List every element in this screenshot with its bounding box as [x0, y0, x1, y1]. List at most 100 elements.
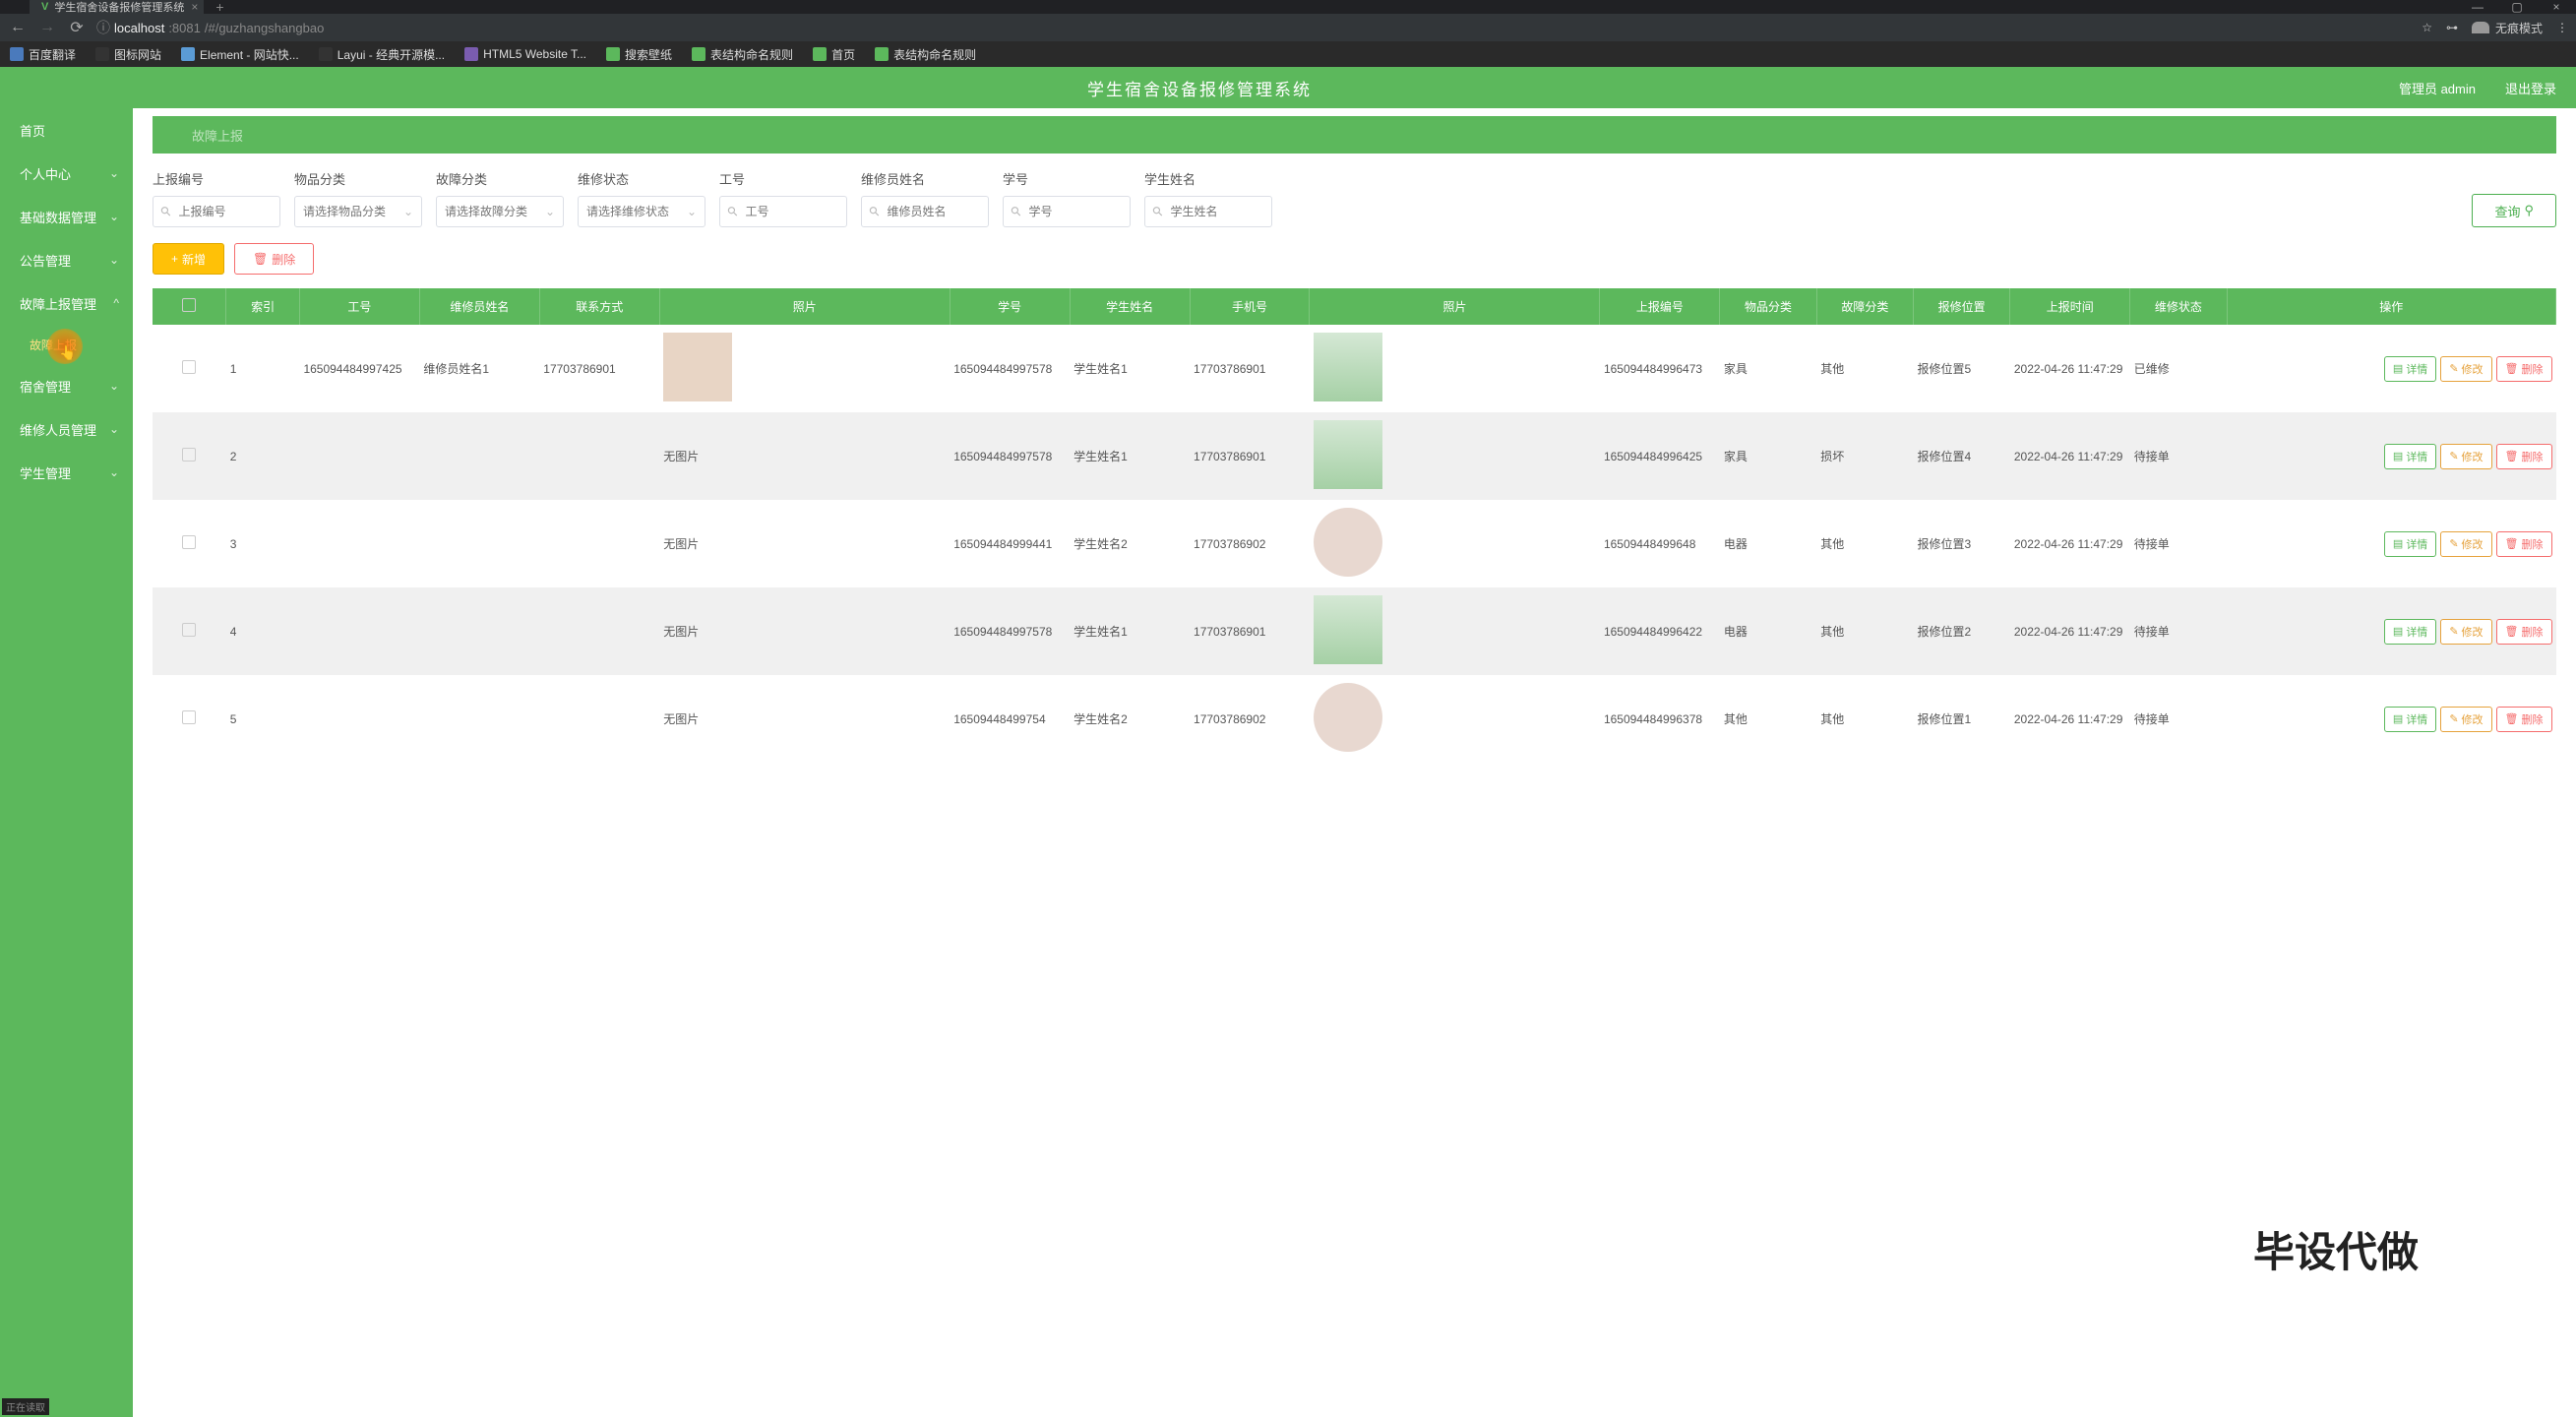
edit-button[interactable]: ✎修改 — [2440, 444, 2491, 469]
bookmark-item[interactable]: 首页 — [813, 46, 855, 63]
url-host: localhost — [114, 21, 164, 35]
url-field[interactable]: ⓘ localhost:8081/#/guzhangshangbao — [96, 18, 2412, 37]
cell-workerid: 165094484997425 — [299, 325, 419, 412]
filter-report-code[interactable] — [171, 205, 279, 218]
sidebar-item-dorm[interactable]: 宿舍管理 — [0, 364, 133, 407]
row-checkbox[interactable] — [182, 623, 196, 637]
cell-studentname: 学生姓名2 — [1070, 675, 1190, 763]
browser-tab[interactable]: V 学生宿舍设备报修管理系统 × — [30, 0, 204, 17]
cell-status: 待接单 — [2130, 500, 2227, 587]
close-window-icon[interactable]: × — [2537, 0, 2576, 14]
cell-fcat: 损坏 — [1816, 412, 1913, 500]
avatar — [1314, 333, 1382, 401]
cell-idx: 3 — [226, 500, 300, 587]
trash-icon: 🗑 — [253, 252, 268, 266]
sidebar-item-profile[interactable]: 个人中心 — [0, 152, 133, 195]
forward-button: → — [37, 19, 57, 36]
key-icon[interactable]: ⊶ — [2446, 21, 2458, 34]
list-icon: ▤ — [2393, 362, 2403, 375]
delete-row-button[interactable]: 🗑删除 — [2496, 356, 2552, 382]
edit-button[interactable]: ✎修改 — [2440, 619, 2491, 645]
cell-workername: 维修员姓名1 — [419, 325, 539, 412]
sidebar-item-students[interactable]: 学生管理 — [0, 451, 133, 494]
new-tab-button[interactable]: + — [215, 0, 223, 15]
detail-button[interactable]: ▤详情 — [2384, 531, 2436, 557]
minimize-icon[interactable]: — — [2458, 0, 2497, 14]
cell-cat: 家具 — [1720, 325, 1816, 412]
bookmark-item[interactable]: 百度翻译 — [10, 46, 76, 63]
cell-photo2 — [1310, 412, 1600, 500]
edit-button[interactable]: ✎修改 — [2440, 707, 2491, 732]
vue-icon: V — [41, 1, 48, 13]
star-icon[interactable]: ☆ — [2422, 21, 2432, 34]
edit-button[interactable]: ✎修改 — [2440, 356, 2491, 382]
sidebar-item-home[interactable]: 首页 — [0, 108, 133, 152]
cell-studentname: 学生姓名2 — [1070, 500, 1190, 587]
delete-row-button[interactable]: 🗑删除 — [2496, 531, 2552, 557]
app-header: 学生宿舍设备报修管理系统 管理员 admin 退出登录 — [0, 67, 2576, 108]
tab-close-icon[interactable]: × — [191, 0, 198, 14]
filter-item-type[interactable] — [295, 205, 421, 218]
cell-time: 2022-04-26 11:47:29 — [2010, 325, 2130, 412]
delete-row-button[interactable]: 🗑删除 — [2496, 619, 2552, 645]
filter-worker-id[interactable] — [738, 205, 846, 218]
avatar — [1314, 683, 1382, 752]
bookmark-item[interactable]: 图标网站 — [95, 46, 161, 63]
delete-row-button[interactable]: 🗑删除 — [2496, 707, 2552, 732]
sidebar-item-announce[interactable]: 公告管理 — [0, 238, 133, 281]
bookmark-item[interactable]: 表结构命名规则 — [875, 46, 976, 63]
cell-studentname: 学生姓名1 — [1070, 412, 1190, 500]
reload-button[interactable]: ⟳ — [67, 18, 87, 37]
detail-button[interactable]: ▤详情 — [2384, 619, 2436, 645]
detail-button[interactable]: ▤详情 — [2384, 356, 2436, 382]
sidebar-item-fault[interactable]: 故障上报管理 — [0, 281, 133, 325]
add-button[interactable]: +新增 — [153, 243, 224, 275]
bookmark-item[interactable]: 搜索壁纸 — [606, 46, 672, 63]
delete-button[interactable]: 🗑删除 — [234, 243, 314, 275]
detail-button[interactable]: ▤详情 — [2384, 707, 2436, 732]
filter-worker-name[interactable] — [880, 205, 988, 218]
bookmark-item[interactable]: Layui - 经典开源模... — [319, 46, 445, 63]
edit-button[interactable]: ✎修改 — [2440, 531, 2491, 557]
maximize-icon[interactable]: ▢ — [2497, 0, 2537, 14]
sidebar-item-repair[interactable]: 维修人员管理 — [0, 407, 133, 451]
checkbox-all[interactable] — [182, 298, 196, 312]
filter-status[interactable] — [579, 205, 705, 218]
menu-icon[interactable]: ⋮ — [2556, 21, 2568, 34]
cell-status: 待接单 — [2130, 675, 2227, 763]
query-button[interactable]: 查询 ⚲ — [2472, 194, 2556, 227]
filter-student-id[interactable] — [1021, 205, 1130, 218]
avatar — [1314, 508, 1382, 577]
cell-studentid: 165094484997578 — [950, 587, 1070, 675]
cell-fcat: 其他 — [1816, 500, 1913, 587]
cell-photo2 — [1310, 500, 1600, 587]
filter-fault-type[interactable] — [437, 205, 563, 218]
bookmark-item[interactable]: Element - 网站快... — [181, 46, 299, 63]
back-button[interactable]: ← — [8, 19, 28, 36]
sidebar-sub-fault[interactable]: 故障上报 👆 — [0, 325, 133, 364]
cell-photo: 无图片 — [659, 412, 950, 500]
cell-mobile: 17703786901 — [1190, 325, 1310, 412]
incognito-icon — [2472, 22, 2489, 33]
detail-button[interactable]: ▤详情 — [2384, 444, 2436, 469]
cell-mobile: 17703786901 — [1190, 412, 1310, 500]
cell-cat: 电器 — [1720, 587, 1816, 675]
row-checkbox[interactable] — [182, 710, 196, 724]
site-info-icon[interactable]: ⓘ — [96, 18, 110, 37]
filter-student-name[interactable] — [1163, 205, 1271, 218]
row-checkbox[interactable] — [182, 360, 196, 374]
bookmark-item[interactable]: 表结构命名规则 — [692, 46, 793, 63]
cell-photo: 无图片 — [659, 587, 950, 675]
row-checkbox[interactable] — [182, 448, 196, 462]
row-checkbox[interactable] — [182, 535, 196, 549]
delete-row-button[interactable]: 🗑删除 — [2496, 444, 2552, 469]
cell-fcat: 其他 — [1816, 675, 1913, 763]
table-row: 4无图片165094484997578学生姓名11770378690116509… — [153, 587, 2556, 675]
sidebar-item-basic[interactable]: 基础数据管理 — [0, 195, 133, 238]
cell-phone — [539, 500, 659, 587]
cell-fcat: 其他 — [1816, 587, 1913, 675]
user-label[interactable]: 管理员 admin — [2399, 79, 2476, 97]
cell-photo2 — [1310, 675, 1600, 763]
bookmark-item[interactable]: HTML5 Website T... — [464, 47, 586, 61]
logout-link[interactable]: 退出登录 — [2505, 79, 2556, 97]
